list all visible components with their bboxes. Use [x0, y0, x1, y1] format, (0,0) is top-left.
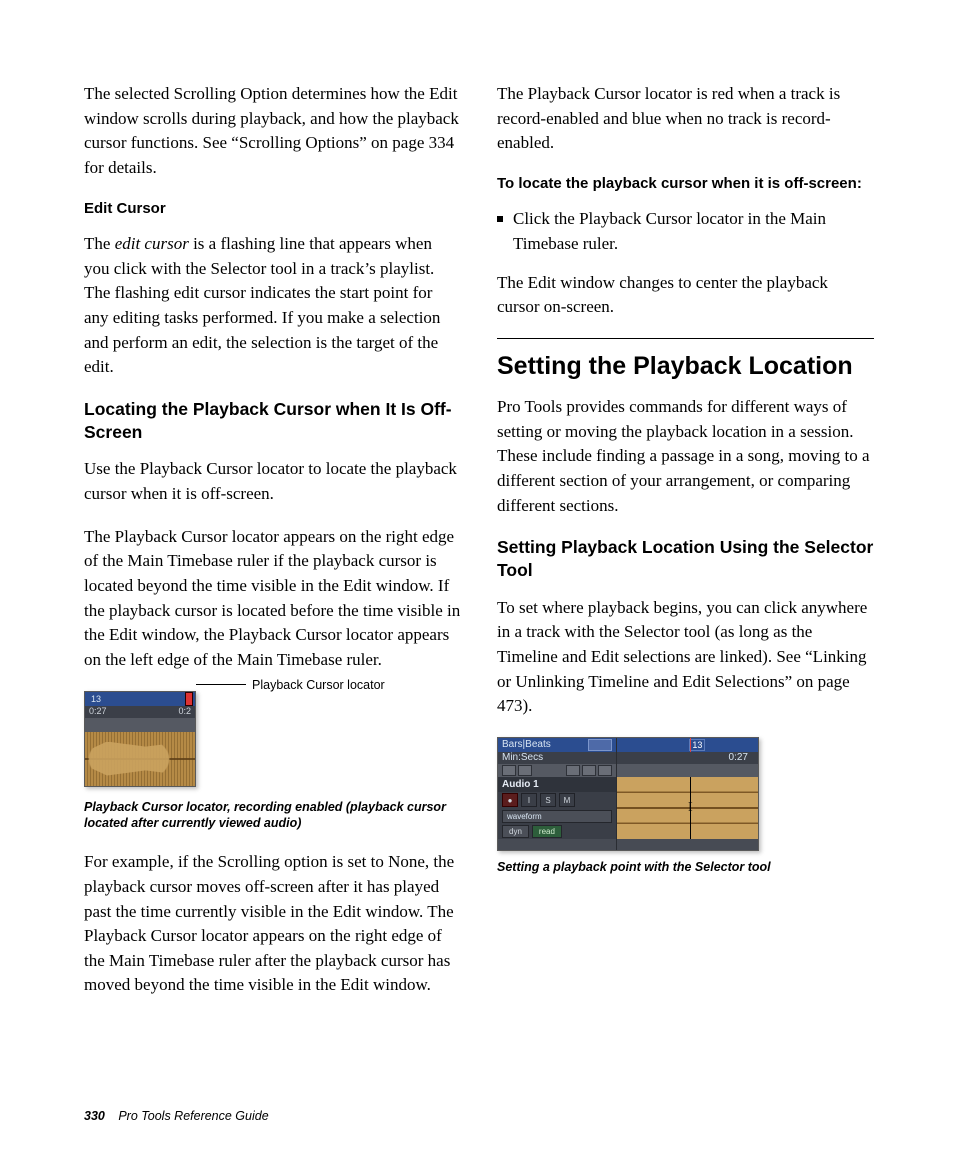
track-name[interactable]: Audio 1 — [502, 779, 539, 790]
figure-selector-tool: Bars|Beats Min:Secs Audio 1 ● — [497, 737, 759, 851]
automation-mode-selector[interactable]: read — [532, 825, 562, 838]
elastic-audio-plugin-selector[interactable]: dyn — [502, 825, 529, 838]
record-enable-button[interactable]: ● — [502, 793, 518, 807]
ruler-time-left: 0:27 — [89, 706, 107, 718]
ruler-dropdown-icon[interactable] — [588, 739, 612, 751]
para-edit-window-centers: The Edit window changes to center the pl… — [497, 271, 874, 320]
mute-button[interactable]: M — [559, 793, 575, 807]
track-playlist[interactable]: I — [617, 777, 758, 839]
step-text: Click the Playback Cursor locator in the… — [513, 207, 874, 256]
tool-button[interactable] — [566, 765, 580, 776]
playback-cursor-locator[interactable] — [185, 692, 193, 706]
heading-setting-playback-location: Setting the Playback Location — [497, 338, 874, 381]
para-edit-cursor: The edit cursor is a flashing line that … — [84, 232, 461, 380]
para-example: For example, if the Scrolling option is … — [84, 850, 461, 998]
page-number: 330 — [84, 1109, 105, 1123]
right-column: The Playback Cursor locator is red when … — [497, 82, 874, 1016]
callout-playback-cursor-locator: Playback Cursor locator — [252, 678, 385, 692]
page-footer: 330 Pro Tools Reference Guide — [84, 1109, 269, 1123]
figure-playback-cursor-locator: 13 0:27 0:2 Playback Cursor locator — [84, 691, 461, 791]
caption-fig1: Playback Cursor locator, recording enabl… — [84, 799, 461, 833]
solo-button[interactable]: S — [540, 793, 556, 807]
left-column: The selected Scrolling Option determines… — [84, 82, 461, 1016]
ruler-label-bars-beats: Bars|Beats — [502, 739, 551, 750]
text: is a flashing line that appears when you… — [84, 234, 440, 376]
heading-setting-playback-selector: Setting Playback Location Using the Sele… — [497, 536, 874, 582]
ruler-label-min-secs: Min:Secs — [502, 752, 543, 763]
ruler-time-right: 0:2 — [178, 706, 191, 718]
ruler-time: 0:27 — [729, 752, 748, 763]
heading-edit-cursor: Edit Cursor — [84, 199, 461, 219]
caption-fig2: Setting a playback point with the Select… — [497, 859, 874, 876]
para-scrolling-option: The selected Scrolling Option determines… — [84, 82, 461, 181]
tool-button[interactable] — [598, 765, 612, 776]
tool-button[interactable] — [518, 765, 532, 776]
track-view-selector[interactable]: waveform — [502, 810, 612, 823]
tool-button[interactable] — [582, 765, 596, 776]
book-title: Pro Tools Reference Guide — [118, 1109, 268, 1123]
para-selector-click: To set where playback begins, you can cl… — [497, 596, 874, 719]
para-pro-tools-commands: Pro Tools provides commands for differen… — [497, 395, 874, 518]
ruler-marker-number: 13 — [91, 694, 101, 704]
heading-to-locate: To locate the playback cursor when it is… — [497, 174, 874, 194]
para-locate-detail: The Playback Cursor locator appears on t… — [84, 525, 461, 673]
selector-cursor-icon: I — [688, 800, 693, 816]
bullet-icon — [497, 216, 503, 222]
para-locate-intro: Use the Playback Cursor locator to locat… — [84, 457, 461, 506]
term-edit-cursor: edit cursor — [115, 234, 189, 253]
input-monitor-button[interactable]: I — [521, 793, 537, 807]
para-locator-color: The Playback Cursor locator is red when … — [497, 82, 874, 156]
main-timebase-ruler: 13 — [85, 692, 195, 706]
step-click-locator: Click the Playback Cursor locator in the… — [497, 207, 874, 256]
marker-flag: 13 — [689, 739, 705, 751]
heading-locating-playback-cursor: Locating the Playback Cursor when It Is … — [84, 398, 461, 444]
tool-button[interactable] — [502, 765, 516, 776]
text: The — [84, 234, 115, 253]
